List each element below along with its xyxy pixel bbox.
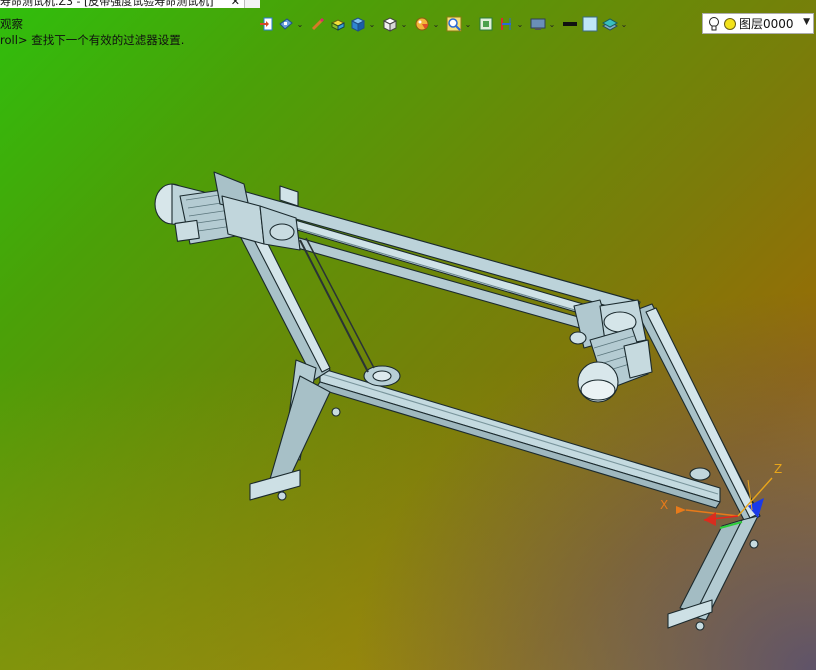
zoom-icon[interactable] [444,14,464,34]
render-style-icon[interactable] [412,14,432,34]
display-icon[interactable] [528,14,548,34]
section-icon[interactable] [496,14,516,34]
fill-color-icon[interactable] [580,14,600,34]
3d-viewport[interactable]: X Z [0,0,816,670]
view-select-icon[interactable] [276,14,296,34]
layer-color-icon [724,17,736,30]
fit-view-icon[interactable] [476,14,496,34]
view-toolbar: ⌄ ⌄ ⌄ ⌄ ⌄ ⌄ ⌄ ⌄ [256,12,632,36]
chevron-down-icon[interactable]: ⌄ [296,20,304,29]
coordinate-triad [676,477,773,529]
chevron-down-icon[interactable]: ⌄ [464,20,472,29]
chevron-down-icon[interactable]: ⌄ [620,20,628,29]
lightbulb-icon[interactable] [707,16,721,32]
chevron-down-icon[interactable]: ⌄ [516,20,524,29]
line-color-icon[interactable] [560,14,580,34]
chevron-down-icon[interactable]: ⌄ [548,20,556,29]
layer-dropdown[interactable]: 图层0000 ▼ [702,13,814,34]
pencil-icon[interactable] [308,14,328,34]
close-icon[interactable]: ✕ [231,0,240,8]
document-tab-title: 寿命测试机.Z3 - [皮带强度试验寿命测试机] [0,0,214,8]
chevron-down-icon[interactable]: ▼ [803,17,810,27]
chevron-down-icon[interactable]: ⌄ [368,20,376,29]
white-cube-icon[interactable] [380,14,400,34]
layer-name: 图层0000 [739,17,794,31]
document-tab[interactable]: 寿命测试机.Z3 - [皮带强度试验寿命测试机] ✕ [0,0,245,8]
command-prompt-line1: 观察 [0,17,23,31]
triad-x-label: X [660,498,669,512]
layers-icon[interactable] [600,14,620,34]
chevron-down-icon[interactable]: ⌄ [400,20,408,29]
chevron-down-icon[interactable]: ⌄ [432,20,440,29]
solid-cube-icon[interactable] [348,14,368,34]
document-tab-strip: 寿命测试机.Z3 - [皮带强度试验寿命测试机] ✕ [0,0,260,8]
box-cube-icon[interactable] [328,14,348,34]
triad-z-label: Z [774,462,783,476]
command-prompt-line2: roll> 查找下一个有效的过滤器设置. [0,33,185,47]
exit-icon[interactable] [256,14,276,34]
